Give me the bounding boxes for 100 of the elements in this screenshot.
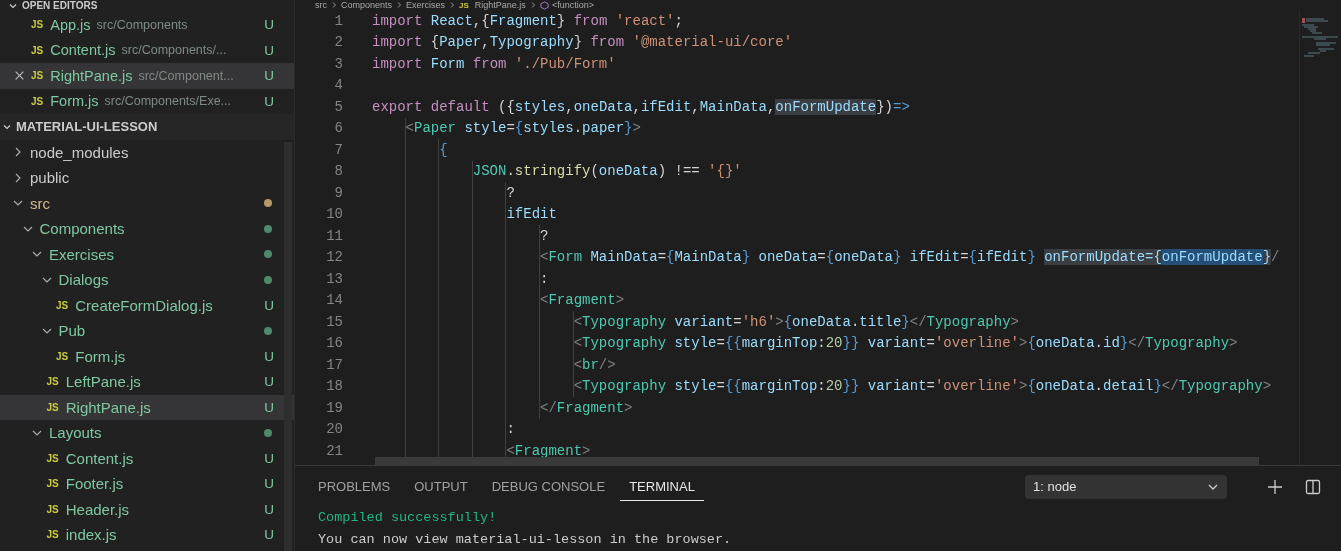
chevron-down-icon[interactable]: [8, 1, 18, 11]
open-editor-item[interactable]: JS RightPane.js src/Component... U: [0, 63, 294, 89]
breadcrumb-item[interactable]: Exercises: [406, 0, 446, 10]
chevron-right-icon: [395, 1, 404, 9]
git-status: U: [264, 348, 274, 364]
git-status: U: [264, 374, 274, 390]
line-number: 2: [333, 34, 343, 51]
line-number: 8: [333, 163, 343, 180]
tree-item[interactable]: JS index.js U: [0, 522, 294, 548]
file-name: Content.js: [65, 449, 134, 467]
tree-item[interactable]: Exercises: [0, 241, 294, 267]
js-file-icon: JS: [459, 0, 469, 10]
breadcrumb-item[interactable]: src: [315, 0, 327, 10]
panel-tab[interactable]: DEBUG CONSOLE: [482, 472, 615, 501]
code-line: export default ({styles,oneData,ifEdit,MainData,onFormUpdate})=>: [372, 98, 910, 115]
folder-name: Pub: [58, 322, 86, 340]
line-number: 14: [325, 292, 343, 309]
line-number: 11: [325, 227, 343, 244]
js-file-icon: JS: [46, 452, 59, 464]
split-view-icon[interactable]: [1305, 478, 1321, 495]
js-file-icon: JS: [31, 19, 44, 31]
open-editor-item[interactable]: JS Form.js src/Components/Exe... U: [0, 88, 294, 114]
file-name: App.js: [50, 16, 91, 33]
tree-item[interactable]: JS Header.js U: [0, 496, 294, 522]
js-file-icon: JS: [31, 44, 44, 56]
code-line: <Paper style={styles.paper}>: [405, 120, 641, 137]
open-editor-item[interactable]: JS Content.js src/Components/... U: [0, 37, 294, 63]
open-editor-item[interactable]: JS App.js src/Components U: [0, 12, 294, 38]
file-name: index.js: [65, 526, 117, 544]
code-line: <br/>: [573, 356, 616, 373]
folder-name: node_modules: [30, 143, 129, 161]
line-number: 17: [325, 356, 343, 373]
file-name: RightPane.js: [50, 67, 133, 84]
code-line: <Fragment>: [506, 442, 591, 459]
tree-item[interactable]: Components: [0, 216, 294, 242]
file-name: Content.js: [50, 42, 116, 59]
file-path: src/Components/...: [121, 43, 227, 58]
tree-item[interactable]: JS Content.js U: [0, 445, 294, 471]
code-line: ?: [506, 184, 515, 201]
line-number: 12: [325, 249, 343, 266]
terminal-line: You can now view material-ui-lesson in the browser.: [318, 531, 733, 549]
line-number: 1: [333, 12, 343, 29]
code-line: import {Paper,Typography} from '@material-ui/core': [372, 34, 793, 51]
terminal-select[interactable]: 1: node: [1025, 474, 1227, 499]
panel-tab[interactable]: OUTPUT: [405, 472, 477, 501]
tree-item[interactable]: src: [0, 190, 294, 216]
panel-tab[interactable]: TERMINAL: [620, 472, 704, 501]
file-name: CreateFormDialog.js: [75, 296, 213, 314]
code-line: import React,{Fragment} from 'react';: [372, 12, 683, 29]
tree-item[interactable]: public: [0, 165, 294, 191]
file-name: Footer.js: [65, 475, 124, 493]
panel-tab[interactable]: PROBLEMS: [309, 472, 400, 501]
js-file-icon: JS: [46, 503, 59, 515]
line-number: 7: [333, 141, 343, 158]
breadcrumb-item[interactable]: RightPane.js: [474, 0, 526, 10]
code-line: <Typography style={{marginTop:20}} variant='overline'>{oneData.id}</Typography>: [573, 335, 1238, 352]
js-file-icon: JS: [46, 401, 59, 413]
terminal-line: Compiled successfully!: [318, 509, 498, 527]
tree-item[interactable]: JS RightPane.js U: [0, 394, 294, 420]
tree-item[interactable]: Layouts: [0, 420, 294, 446]
breadcrumb-item[interactable]: <function>: [551, 0, 594, 10]
tree-item[interactable]: node_modules: [0, 139, 294, 165]
file-name: Header.js: [65, 500, 130, 518]
git-status: U: [264, 527, 274, 543]
tree-item[interactable]: JS Form.js U: [0, 343, 294, 369]
chevron-right-icon: [330, 1, 338, 9]
folder-name: Dialogs: [58, 271, 109, 289]
close-icon[interactable]: [14, 70, 25, 82]
git-status: U: [264, 297, 274, 313]
code-line: {: [439, 141, 448, 158]
js-file-icon: JS: [56, 299, 69, 311]
line-number: 19: [325, 399, 343, 416]
line-number: 16: [325, 335, 343, 352]
git-status: U: [264, 17, 274, 33]
section-title[interactable]: OPEN EDITORS: [22, 0, 98, 12]
git-status: U: [264, 476, 274, 492]
horizontal-scrollbar-thumb[interactable]: [375, 457, 1259, 465]
file-path: src/Components: [96, 17, 188, 32]
cube-icon: [539, 0, 549, 10]
chevron-right-icon: [448, 1, 457, 9]
js-file-icon: JS: [46, 529, 59, 541]
git-status: U: [264, 399, 274, 415]
folder-name: Layouts: [49, 424, 102, 442]
file-path: src/Component...: [138, 68, 234, 83]
tree-item[interactable]: JS LeftPane.js U: [0, 369, 294, 395]
code-line: JSON.stringify(oneData) !== '{}': [472, 163, 742, 180]
tree-item[interactable]: JS CreateFormDialog.js U: [0, 292, 294, 318]
breadcrumb-item[interactable]: Components: [341, 0, 393, 10]
code-line: <Typography style={{marginTop:20}} variant='overline'>{oneData.detail}</Typography>: [573, 378, 1272, 395]
code-line: <Fragment>: [540, 292, 625, 309]
file-name: Form.js: [75, 347, 126, 365]
tree-item[interactable]: Pub: [0, 318, 294, 344]
line-number: 3: [333, 55, 343, 72]
line-number: 13: [325, 270, 343, 287]
plus-icon[interactable]: [1267, 478, 1283, 495]
file-name: RightPane.js: [65, 398, 151, 416]
file-name: Form.js: [50, 93, 99, 110]
tree-item[interactable]: JS Footer.js U: [0, 471, 294, 497]
js-file-icon: JS: [31, 95, 44, 107]
tree-item[interactable]: Dialogs: [0, 267, 294, 293]
